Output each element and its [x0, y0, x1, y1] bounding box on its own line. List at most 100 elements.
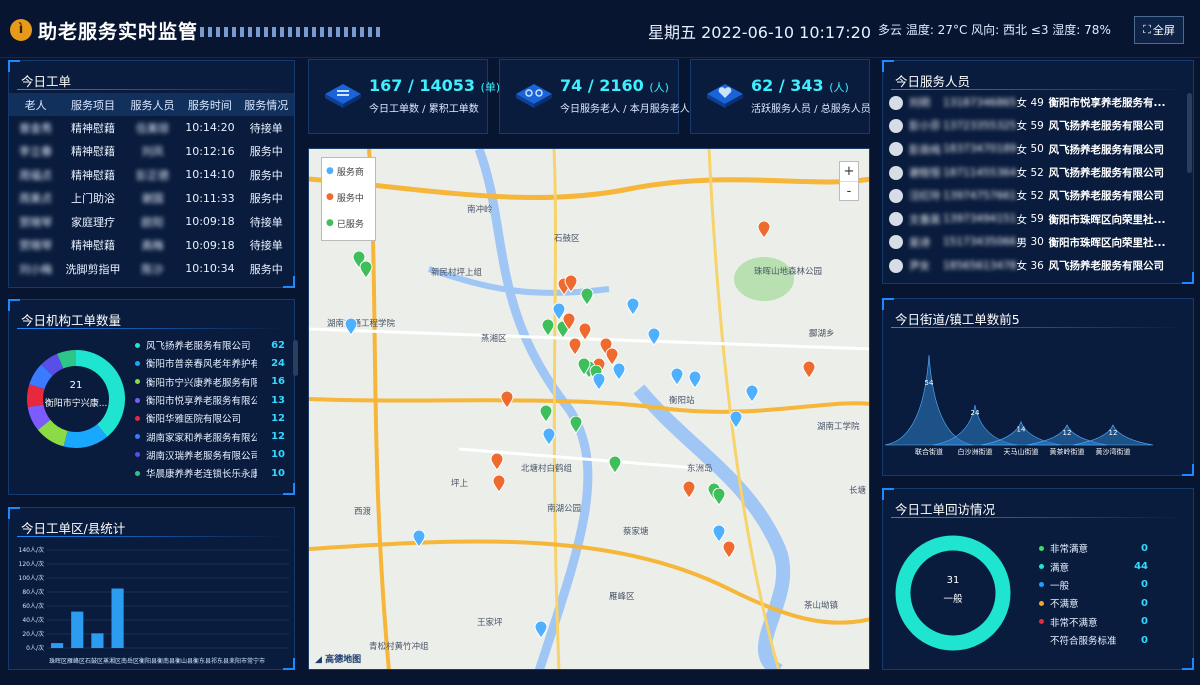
map-marker-pin-icon[interactable]: [562, 313, 576, 331]
agency-legend-list: 风飞扬养老服务有限公司 62 衡阳市普亲春风老年养护有... 24 衡阳市宁兴康养老服务…: [135, 336, 285, 486]
table-row[interactable]: 彭良纯 18373470189 女 50 风飞扬养老服务有限公司: [889, 138, 1184, 161]
list-item[interactable]: 湖南家家和养老服务有限公司 12: [135, 427, 285, 445]
map-marker-pin-icon[interactable]: [539, 405, 553, 423]
map-marker-pin-icon[interactable]: [626, 298, 640, 316]
map-marker-pin-icon[interactable]: [542, 428, 556, 446]
map-marker-pin-icon[interactable]: [541, 319, 555, 337]
legend-serving[interactable]: ● 服务中: [322, 184, 375, 210]
map-marker-pin-icon[interactable]: [688, 371, 702, 389]
street-name-label: 天马山街道: [1004, 447, 1039, 456]
map-place-label: 西渡: [354, 507, 372, 517]
map-marker-pin-icon[interactable]: [729, 411, 743, 429]
table-row[interactable]: 刘小梅 洗脚剪指甲 陈沙 10:10:34 服务中: [9, 257, 294, 281]
staff-org: 衡阳市珠晖区向荣里社...: [1048, 236, 1166, 249]
staff-avatar-cell: [889, 231, 909, 254]
map-place-label: 王家坪: [477, 618, 503, 628]
map-marker-pin-icon[interactable]: [608, 456, 622, 474]
map-marker-pin-icon[interactable]: [802, 361, 816, 379]
list-item[interactable]: 衡阳华雅医院有限公司 12: [135, 409, 285, 427]
avatar-icon: [889, 188, 903, 203]
legend-provider[interactable]: ● 服务商: [322, 158, 375, 184]
bar[interactable]: [111, 588, 124, 649]
map-place-label: 南湖公园: [547, 504, 582, 514]
map-place-label: 珠晖山地森林公园: [754, 267, 823, 277]
map-marker-pin-icon[interactable]: [569, 416, 583, 434]
map-marker-pin-icon[interactable]: [344, 318, 358, 336]
map-marker-pin-icon[interactable]: [564, 275, 578, 293]
donut-slice[interactable]: [57, 350, 77, 369]
map-marker-pin-icon[interactable]: [500, 391, 514, 409]
table-row[interactable]: 尹女 18565613478 女 36 风飞扬养老服务有限公司: [889, 254, 1184, 277]
zoom-in-button[interactable]: +: [840, 162, 858, 182]
map-marker-pin-icon[interactable]: [757, 221, 771, 239]
map-marker-pin-icon[interactable]: [592, 373, 606, 391]
agency-scrollbar[interactable]: [293, 340, 298, 376]
map-marker-pin-icon[interactable]: [359, 261, 373, 279]
orders-table: 老人 服务项目 服务人员 服务时间 服务情况 曾金秀 精神慰藉 伍美琼 10:14:20 待接单…: [9, 93, 294, 281]
y-tick-label: 120人/次: [19, 560, 44, 568]
map-marker-pin-icon[interactable]: [722, 541, 736, 559]
peak-value-label: 24: [971, 409, 980, 417]
list-item[interactable]: 非常满意 0: [1039, 539, 1148, 557]
table-row[interactable]: 吴诗 15173435066 男 30 衡阳市珠晖区向荣里社...: [889, 231, 1184, 254]
zoom-out-button[interactable]: -: [840, 182, 858, 202]
map-marker-pin-icon[interactable]: [745, 385, 759, 403]
list-item[interactable]: 华晨康养养老连锁长乐永康... 10: [135, 464, 285, 482]
y-tick-label: 20人/次: [22, 630, 44, 638]
table-row[interactable]: 周福贞 精神慰藉 彭正德 10:14:10 服务中: [9, 163, 294, 187]
donut-slice[interactable]: [75, 350, 125, 437]
map-marker-pin-icon[interactable]: [670, 368, 684, 386]
staff-heart-icon: [707, 84, 743, 108]
map-marker-pin-icon[interactable]: [492, 475, 506, 493]
table-row[interactable]: 贺晓琴 家庭理疗 欧阳 10:09:18 待接单: [9, 210, 294, 234]
bar[interactable]: [91, 633, 104, 648]
table-row[interactable]: 李立春 精神慰藉 刘凤 10:12:16 服务中: [9, 140, 294, 164]
map-marker-pin-icon[interactable]: [412, 530, 426, 548]
map-marker-pin-icon[interactable]: [647, 328, 661, 346]
table-row[interactable]: 曾金秀 精神慰藉 伍美琼 10:14:20 待接单: [9, 116, 294, 140]
donut-slice[interactable]: [63, 424, 108, 448]
donut-slice[interactable]: [37, 419, 69, 447]
table-row[interactable]: 周美贞 上门助浴 谢国 10:11:33 服务中: [9, 187, 294, 211]
service-map[interactable]: 石鼓区 珠晖山地森林公园 湖南交通工程学院 蒸湘区 衡阳站 湖南工学院 东洲岛 南湖公园 雁峰区…: [308, 148, 870, 670]
donut-slice[interactable]: [41, 353, 64, 377]
bar[interactable]: [71, 611, 84, 648]
table-row[interactable]: 刘玥 13187346865 女 49 衡阳市悦享养老服务有...: [889, 91, 1184, 114]
list-item[interactable]: 非常不满意 0: [1039, 613, 1148, 631]
order-time: 10:09:18: [185, 238, 235, 252]
list-item[interactable]: 满意 44: [1039, 557, 1148, 575]
list-item[interactable]: 一般 0: [1039, 576, 1148, 594]
table-row[interactable]: 贺晓琴 精神慰藉 高梅 10:09:18 待接单: [9, 234, 294, 258]
table-row[interactable]: 彭小芬 13723355325 女 59 风飞扬养老服务有限公司: [889, 114, 1184, 137]
legend-served[interactable]: ● 已服务: [322, 210, 375, 236]
street-title: 今日街道/镇工单数前5: [895, 312, 1020, 327]
map-marker-pin-icon[interactable]: [577, 358, 591, 376]
list-item[interactable]: 衡阳市普亲春风老年养护有... 24: [135, 354, 285, 372]
list-item[interactable]: 衡阳市宁兴康养老服务有限公... 16: [135, 373, 285, 391]
area-peak[interactable]: [884, 354, 974, 446]
table-row[interactable]: 汪红玲 13974757661 女 52 风飞扬养老服务有限公司: [889, 184, 1184, 207]
fullscreen-button[interactable]: ⛶ 全屏: [1134, 16, 1184, 44]
map-marker-pin-icon[interactable]: [682, 481, 696, 499]
list-item[interactable]: 衡阳市悦享养老服务有限公司 13: [135, 391, 285, 409]
staff-scrollbar[interactable]: [1187, 93, 1192, 173]
map-marker-pin-icon[interactable]: [580, 288, 594, 306]
stat-staff-value: 62 / 343 (人): [751, 76, 849, 95]
provider-pin-icon: ●: [326, 166, 334, 176]
map-marker-pin-icon[interactable]: [612, 363, 626, 381]
table-row[interactable]: 文香英 13973494151 女 59 衡阳市珠晖区向荣里社...: [889, 207, 1184, 230]
map-marker-pin-icon[interactable]: [490, 453, 504, 471]
order-status-badge: 服务中: [249, 262, 283, 276]
legend-dot-icon: [135, 452, 140, 458]
list-item[interactable]: 湖南汉瑞养老服务有限公司 10: [135, 446, 285, 464]
bar[interactable]: [51, 643, 64, 648]
table-row[interactable]: 谢桂恒 18711455364 女 52 风飞扬养老服务有限公司: [889, 161, 1184, 184]
list-item[interactable]: 不满意 0: [1039, 594, 1148, 612]
staff-name: 刘玥: [909, 97, 930, 110]
list-item[interactable]: 风飞扬养老服务有限公司 62: [135, 336, 285, 354]
list-item[interactable]: 不符合服务标准 0: [1039, 631, 1148, 649]
map-marker-pin-icon[interactable]: [568, 338, 582, 356]
map-marker-pin-icon[interactable]: [534, 621, 548, 639]
map-place-label: 长塘: [849, 486, 867, 496]
map-marker-pin-icon[interactable]: [712, 488, 726, 506]
